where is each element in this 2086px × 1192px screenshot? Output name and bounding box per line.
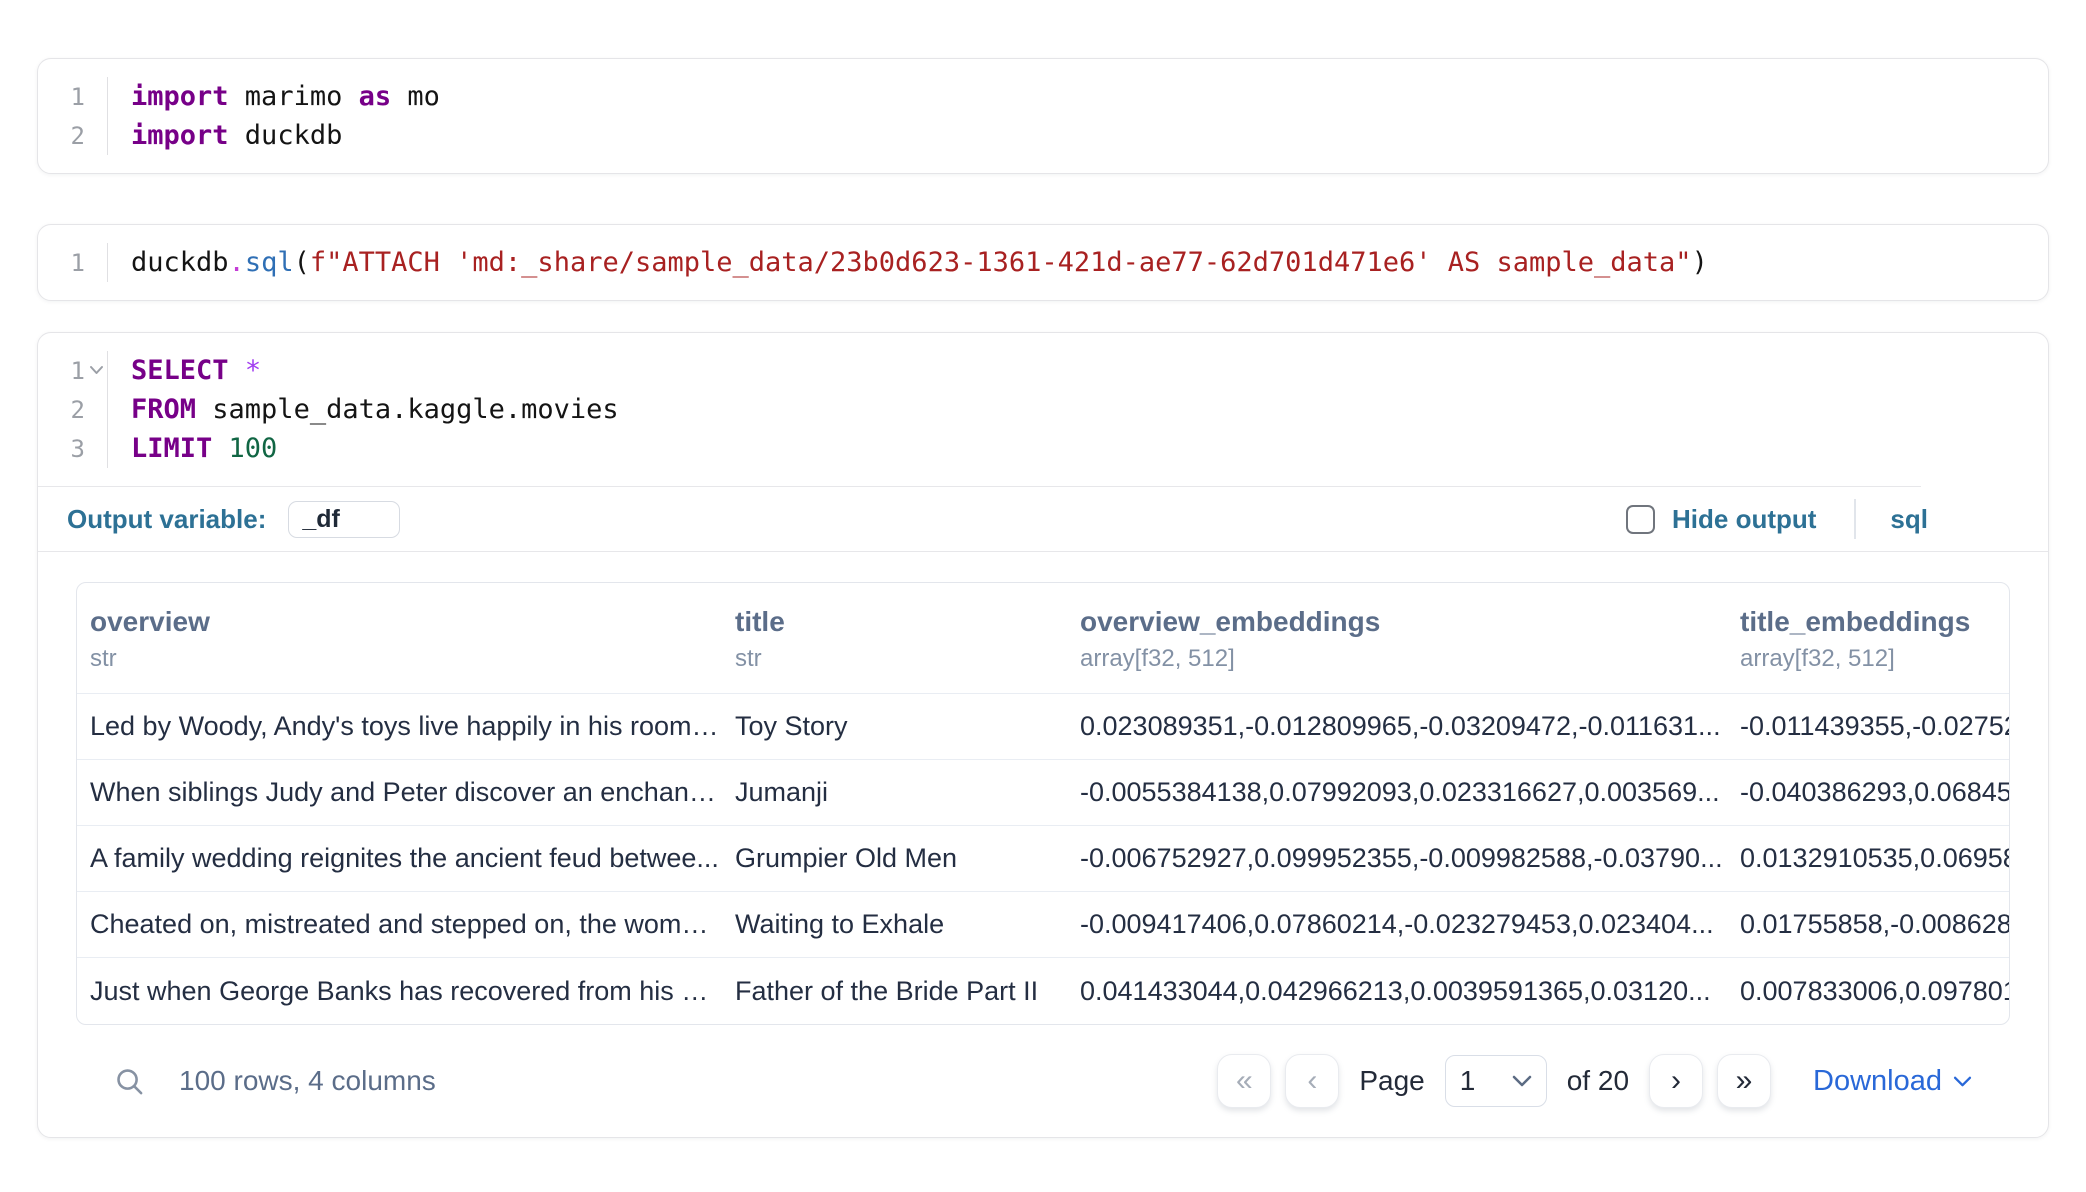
code-editor-sql[interactable]: 123 SELECT *FROM sample_data.kaggle.movi… bbox=[38, 333, 2048, 486]
table-footer: 100 rows, 4 columns « ‹ Page 1 of 20 › » bbox=[76, 1025, 2010, 1137]
column-type: str bbox=[735, 643, 1067, 675]
cell-attach: 1 duckdb.sql(f"ATTACH 'md:_share/sample_… bbox=[37, 224, 2049, 301]
line-number: 2 bbox=[38, 390, 107, 429]
chevron-down-icon bbox=[1512, 1074, 1532, 1088]
page-select[interactable]: 1 bbox=[1445, 1055, 1547, 1107]
last-page-button[interactable]: » bbox=[1717, 1054, 1771, 1108]
cell-imports: 12 import marimo as moimport duckdb bbox=[37, 58, 2049, 174]
table-header: overview str title str overview_embeddingsar… bbox=[77, 583, 2009, 694]
table-cell: 0.023089351,-0.012809965,-0.03209472,-0.… bbox=[1067, 711, 1727, 742]
table-cell: Led by Woody, Andy's toys live happily i… bbox=[77, 711, 722, 742]
table-cell: -0.040386293,0.068451 bbox=[1727, 777, 2009, 808]
language-label[interactable]: sql bbox=[1890, 504, 1928, 535]
table-cell: 0.041433044,0.042966213,0.0039591365,0.0… bbox=[1067, 976, 1727, 1007]
page-total: of 20 bbox=[1567, 1065, 1629, 1097]
code-line[interactable]: SELECT * bbox=[131, 351, 2048, 390]
table-cell: Toy Story bbox=[722, 711, 1067, 742]
page-label: Page bbox=[1359, 1065, 1424, 1097]
table-row[interactable]: Cheated on, mistreated and stepped on, t… bbox=[77, 892, 2009, 958]
table-row[interactable]: Just when George Banks has recovered fro… bbox=[77, 958, 2009, 1024]
table-cell: Father of the Bride Part II bbox=[722, 976, 1067, 1007]
code-line[interactable]: duckdb.sql(f"ATTACH 'md:_share/sample_da… bbox=[131, 243, 2048, 282]
table-cell: 0.01755858,-0.0086286 bbox=[1727, 909, 2009, 940]
code-line[interactable]: LIMIT 100 bbox=[131, 429, 2048, 468]
table-cell: Cheated on, mistreated and stepped on, t… bbox=[77, 909, 722, 940]
column-type: array[f32, 512] bbox=[1080, 643, 1727, 675]
code-editor-imports[interactable]: 12 import marimo as moimport duckdb bbox=[38, 59, 2048, 173]
fold-chevron-icon[interactable] bbox=[85, 365, 107, 376]
hide-output-checkbox[interactable] bbox=[1626, 505, 1655, 534]
output-variable-input[interactable] bbox=[288, 501, 400, 538]
table-cell: A family wedding reignites the ancient f… bbox=[77, 843, 722, 874]
table-cell: 0.007833006,0.097801 bbox=[1727, 976, 2009, 1007]
column-header[interactable]: overview str bbox=[77, 605, 722, 675]
code-line[interactable]: import duckdb bbox=[131, 116, 2048, 155]
first-page-button[interactable]: « bbox=[1217, 1054, 1271, 1108]
table-row[interactable]: A family wedding reignites the ancient f… bbox=[77, 826, 2009, 892]
column-type: str bbox=[90, 643, 722, 675]
line-number: 1 bbox=[38, 77, 107, 116]
table-cell: Waiting to Exhale bbox=[722, 909, 1067, 940]
prev-page-button[interactable]: ‹ bbox=[1285, 1054, 1339, 1108]
code-editor-attach[interactable]: 1 duckdb.sql(f"ATTACH 'md:_share/sample_… bbox=[38, 225, 2048, 300]
column-header[interactable]: title_embeddings array[f32, 512] bbox=[1727, 605, 2009, 675]
notebook: 12 import marimo as moimport duckdb 1 du… bbox=[0, 0, 2086, 1138]
gutter: 123 bbox=[38, 351, 108, 468]
table-body: Led by Woody, Andy's toys live happily i… bbox=[77, 694, 2009, 1024]
code-lines: SELECT *FROM sample_data.kaggle.moviesLI… bbox=[108, 351, 2048, 468]
table-cell: Jumanji bbox=[722, 777, 1067, 808]
gutter: 12 bbox=[38, 77, 108, 155]
chevron-down-icon bbox=[1953, 1075, 1972, 1088]
table-cell: When siblings Judy and Peter discover an… bbox=[77, 777, 722, 808]
download-button[interactable]: Download bbox=[1813, 1065, 1972, 1098]
column-type: array[f32, 512] bbox=[1740, 643, 2009, 675]
column-name: title_embeddings bbox=[1740, 605, 2009, 639]
line-number: 2 bbox=[38, 116, 107, 155]
output-area: overview str title str overview_embeddingsar… bbox=[38, 552, 2048, 1137]
line-number: 3 bbox=[38, 429, 107, 468]
table-cell: Just when George Banks has recovered fro… bbox=[77, 976, 722, 1007]
code-lines: import marimo as moimport duckdb bbox=[108, 77, 2048, 155]
table-cell: -0.006752927,0.099952355,-0.009982588,-0… bbox=[1067, 843, 1727, 874]
table-cell: Grumpier Old Men bbox=[722, 843, 1067, 874]
table-cell: -0.011439355,-0.02752 bbox=[1727, 711, 2009, 742]
table-summary: 100 rows, 4 columns bbox=[179, 1065, 436, 1097]
table-row[interactable]: When siblings Judy and Peter discover an… bbox=[77, 760, 2009, 826]
search-icon[interactable] bbox=[114, 1066, 145, 1097]
output-variable-bar: Output variable: Hide output sql bbox=[38, 487, 2048, 551]
line-number: 1 bbox=[38, 351, 107, 390]
line-number: 1 bbox=[38, 243, 107, 282]
column-header[interactable]: title str bbox=[722, 605, 1067, 675]
code-line[interactable]: FROM sample_data.kaggle.movies bbox=[131, 390, 2048, 429]
table-cell: 0.0132910535,0.06958 bbox=[1727, 843, 2009, 874]
column-name: title bbox=[735, 605, 1067, 639]
gutter: 1 bbox=[38, 243, 108, 282]
download-label: Download bbox=[1813, 1065, 1942, 1098]
pagination: « ‹ Page 1 of 20 › » Download bbox=[1217, 1054, 1972, 1108]
table-row[interactable]: Led by Woody, Andy's toys live happily i… bbox=[77, 694, 2009, 760]
column-header[interactable]: overview_embeddings array[f32, 512] bbox=[1067, 605, 1727, 675]
results-table: overview str title str overview_embeddingsar… bbox=[76, 582, 2010, 1025]
column-name: overview_embeddings bbox=[1080, 605, 1727, 639]
cell-sql-query: 123 SELECT *FROM sample_data.kaggle.movi… bbox=[37, 332, 2049, 1138]
page-value: 1 bbox=[1460, 1065, 1476, 1097]
code-lines: duckdb.sql(f"ATTACH 'md:_share/sample_da… bbox=[108, 243, 2048, 282]
output-bar-controls: Hide output sql bbox=[1626, 499, 2020, 539]
column-name: overview bbox=[90, 605, 722, 639]
vertical-divider bbox=[1854, 499, 1856, 539]
next-page-button[interactable]: › bbox=[1649, 1054, 1703, 1108]
table-cell: -0.009417406,0.07860214,-0.023279453,0.0… bbox=[1067, 909, 1727, 940]
table-cell: -0.0055384138,0.07992093,0.023316627,0.0… bbox=[1067, 777, 1727, 808]
code-line[interactable]: import marimo as mo bbox=[131, 77, 2048, 116]
hide-output-label: Hide output bbox=[1672, 504, 1816, 535]
output-variable-label: Output variable: bbox=[67, 504, 266, 535]
